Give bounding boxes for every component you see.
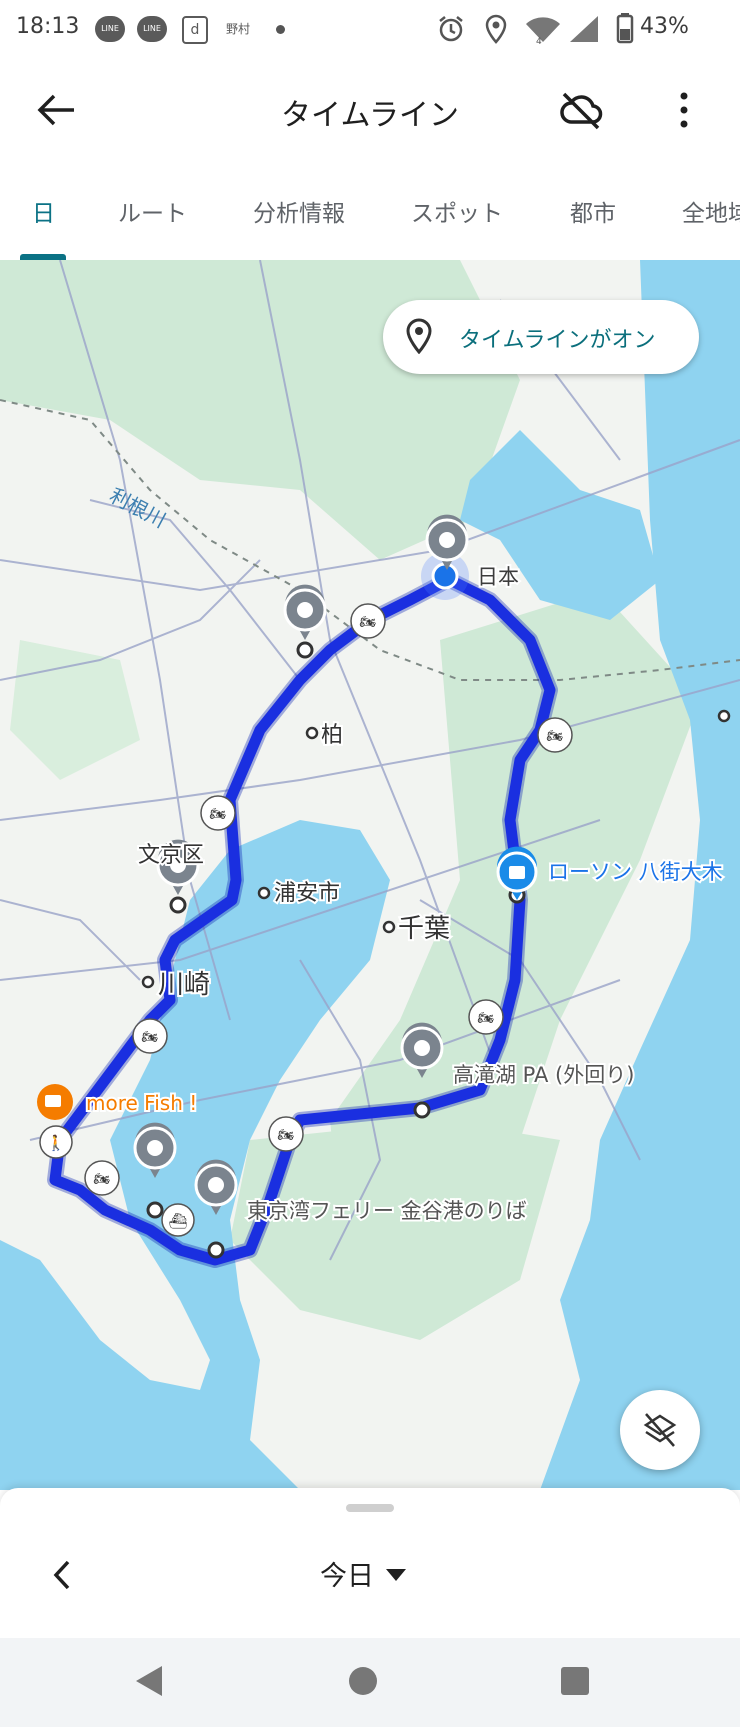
dropdown-arrow-icon[interactable] (385, 1568, 407, 1582)
alarm-icon (439, 16, 463, 42)
label-lawson: ローソン 八街大木 (548, 860, 723, 884)
tab-bar: 日 ルート 分析情報 スポット 都市 全地域 (0, 160, 740, 261)
app-bar: タイムライン (0, 60, 740, 160)
svg-text:4: 4 (536, 37, 542, 44)
tab-spots[interactable]: スポット (411, 194, 503, 228)
svg-text:🏍: 🏍 (210, 807, 227, 822)
label-japan: 日本 (477, 565, 519, 589)
tab-cities[interactable]: 都市 (570, 194, 616, 228)
label-takataki-pa: 高滝湖 PA (外回り) (453, 1063, 634, 1087)
map-view[interactable]: 🏍 🏍 🏍 🏍 🏍 🏍 🏍 🚶 ⛴ 利根川 日本 柏 文京区 浦安市 千葉 川崎 ローソ… (0, 260, 740, 1490)
tab-route[interactable]: ルート (118, 194, 187, 228)
walking-glyph: 🚶 (47, 1134, 66, 1152)
cloud-off-icon[interactable] (558, 88, 604, 134)
timeline-on-chip[interactable]: タイムラインがオン (383, 300, 699, 374)
layers-off-icon (643, 1413, 677, 1447)
label-bunkyo: 文京区 (138, 843, 204, 868)
svg-text:🏍: 🏍 (142, 1030, 159, 1045)
svg-text:🏍: 🏍 (478, 1011, 495, 1026)
timeline-on-label: タイムラインがオン (459, 328, 656, 353)
more-vert-icon[interactable] (670, 90, 698, 130)
layers-off-button[interactable] (620, 1390, 700, 1470)
nav-home-icon[interactable] (348, 1666, 378, 1696)
label-cafe: more Fish ! (86, 1091, 197, 1115)
battery-percent: 43% (640, 14, 689, 39)
nav-recents-icon[interactable] (560, 1666, 590, 1696)
nav-back-icon[interactable] (134, 1664, 164, 1698)
previous-day-icon[interactable] (50, 1558, 74, 1592)
svg-text:🏍: 🏍 (94, 1172, 111, 1187)
bottom-sheet[interactable]: 今日 (0, 1488, 740, 1638)
location-status-icon (485, 14, 507, 44)
label-kashiwa: 柏 (321, 723, 343, 748)
label-ferry-terminal: 東京湾フェリー 金谷港のりば (247, 1199, 527, 1223)
page-title: タイムライン (281, 98, 459, 133)
tab-day[interactable]: 日 (32, 194, 55, 228)
label-chiba: 千葉 (398, 914, 450, 944)
svg-text:🏍: 🏍 (278, 1128, 295, 1143)
label-urayasu: 浦安市 (274, 881, 340, 906)
battery-icon (616, 13, 634, 44)
d-app-icon: d (182, 16, 208, 44)
tab-insights[interactable]: 分析情報 (253, 194, 345, 228)
ferry-glyph: ⛴ (168, 1212, 187, 1230)
label-kawasaki: 川崎 (158, 970, 210, 1000)
line-app-icon: LINE (95, 16, 125, 42)
svg-text:🏍: 🏍 (360, 615, 377, 630)
date-selector[interactable]: 今日 (320, 1554, 374, 1593)
cafe-cup (45, 1095, 61, 1107)
signal-icon (570, 16, 598, 42)
nomura-app-icon: 野村 (226, 22, 251, 36)
current-location-dot (431, 562, 459, 590)
system-navigation-bar (0, 1638, 740, 1727)
wifi-icon: 4 (526, 17, 560, 44)
line-app-icon-2: LINE (137, 16, 167, 42)
status-bar: 18:13 LINE LINE d 野村 4 43% (0, 0, 740, 60)
notification-dot-icon (276, 25, 285, 34)
svg-text:🏍: 🏍 (547, 729, 564, 744)
location-pin-icon (406, 318, 432, 354)
status-time: 18:13 (16, 14, 80, 39)
sheet-drag-handle[interactable] (346, 1504, 394, 1512)
tab-regions[interactable]: 全地域 (682, 194, 740, 228)
